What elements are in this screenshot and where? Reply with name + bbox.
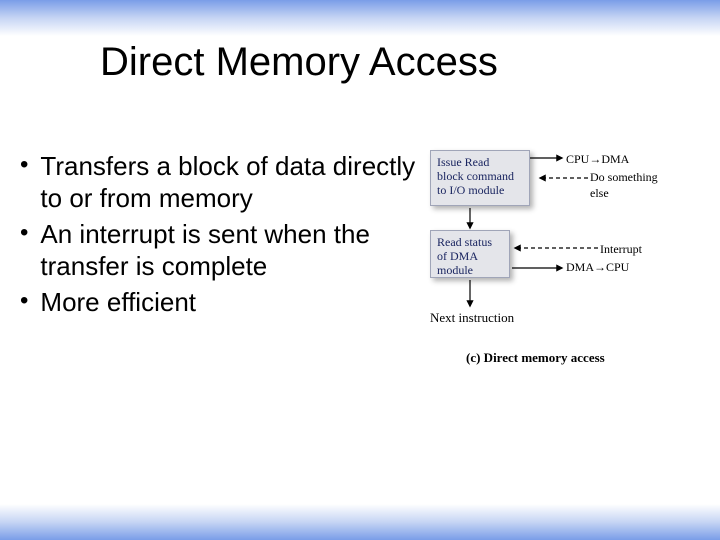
diagram-label-do-something: Do something: [590, 170, 658, 185]
bullet-icon: •: [20, 286, 28, 316]
diagram-box-issue-read: Issue Read block command to I/O module: [430, 150, 530, 206]
box-text: Issue Read block command to I/O module: [437, 155, 514, 197]
bullet-item: • An interrupt is sent when the transfer…: [20, 218, 420, 282]
bullet-text: An interrupt is sent when the transfer i…: [40, 218, 420, 282]
slide-title: Direct Memory Access: [100, 40, 498, 85]
bullet-item: • Transfers a block of data directly to …: [20, 150, 420, 214]
bullet-text: More efficient: [40, 286, 196, 318]
diagram-label-cpu-dma: CPU→DMA: [566, 152, 629, 167]
top-gradient-bar: [0, 0, 720, 36]
bullet-text: Transfers a block of data directly to or…: [40, 150, 420, 214]
diagram-label-next-instruction: Next instruction: [430, 310, 514, 326]
bullet-item: • More efficient: [20, 286, 420, 318]
diagram-label-else: else: [590, 186, 609, 201]
bullet-list: • Transfers a block of data directly to …: [20, 150, 420, 322]
bullet-icon: •: [20, 218, 28, 248]
diagram-box-read-status: Read status of DMA module: [430, 230, 510, 278]
dma-diagram: Issue Read block command to I/O module R…: [430, 150, 710, 370]
diagram-label-dma-cpu: DMA→CPU: [566, 260, 629, 275]
bottom-gradient-bar: [0, 504, 720, 540]
box-text: Read status of DMA module: [437, 235, 492, 277]
bullet-icon: •: [20, 150, 28, 180]
diagram-label-interrupt: Interrupt: [600, 242, 642, 257]
diagram-caption: (c) Direct memory access: [466, 350, 605, 366]
